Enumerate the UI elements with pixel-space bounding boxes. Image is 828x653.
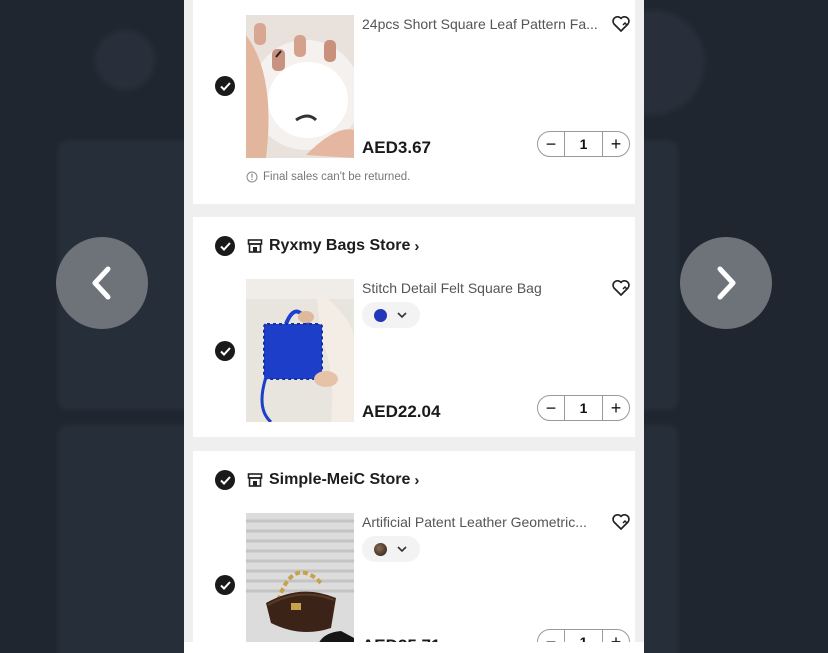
quantity-value[interactable]: 1 — [564, 132, 603, 156]
quantity-stepper: − 1 + — [537, 395, 630, 421]
quantity-stepper: − 1 + — [537, 131, 630, 157]
color-swatch — [374, 542, 387, 556]
chevron-left-icon — [92, 266, 111, 300]
product-image-nails[interactable] — [246, 15, 354, 158]
decrease-quantity-button[interactable]: − — [538, 132, 564, 156]
store-icon — [247, 473, 263, 487]
item-select-checkbox[interactable] — [215, 341, 235, 361]
variant-selector[interactable] — [362, 536, 420, 562]
next-image-button[interactable] — [680, 237, 772, 329]
chevron-down-icon — [397, 312, 407, 319]
variant-selector[interactable] — [362, 302, 420, 328]
increase-quantity-button[interactable]: + — [603, 396, 629, 420]
store-header: Simple-MeiC Store › — [215, 468, 419, 492]
final-sale-text: Final sales can't be returned. — [263, 171, 411, 183]
final-sale-notice: Final sales can't be returned. — [246, 171, 410, 183]
store-select-checkbox[interactable] — [215, 470, 235, 490]
cart-screenshot: 24pcs Short Square Leaf Pattern Fa... AE… — [184, 0, 644, 653]
cart-item-card: 24pcs Short Square Leaf Pattern Fa... AE… — [193, 0, 635, 204]
info-icon — [246, 171, 258, 183]
store-name[interactable]: Ryxmy Bags Store — [269, 237, 410, 255]
product-title[interactable]: 24pcs Short Square Leaf Pattern Fa... — [362, 16, 602, 32]
chevron-down-icon — [397, 546, 407, 553]
store-card-simple-meic: Simple-MeiC Store › Artificial Patent Le… — [193, 451, 635, 653]
product-image-brown-bag[interactable] — [246, 513, 354, 653]
wishlist-heart-icon[interactable] — [611, 15, 631, 33]
product-price: AED3.67 — [362, 138, 431, 157]
store-icon — [247, 239, 263, 253]
product-image-blue-bag[interactable] — [246, 279, 354, 422]
product-title[interactable]: Artificial Patent Leather Geometric... — [362, 514, 602, 530]
quantity-value[interactable]: 1 — [564, 396, 603, 420]
product-title[interactable]: Stitch Detail Felt Square Bag — [362, 280, 602, 296]
decrease-quantity-button[interactable]: − — [538, 396, 564, 420]
wishlist-heart-icon[interactable] — [611, 279, 631, 297]
chevron-right-icon[interactable]: › — [414, 238, 419, 255]
image-viewer: 24pcs Short Square Leaf Pattern Fa... AE… — [0, 0, 828, 653]
store-card-ryxmy: Ryxmy Bags Store › Stitch Detail Felt Sq… — [193, 217, 635, 437]
chevron-right-icon[interactable]: › — [414, 472, 419, 489]
bottom-bar — [184, 642, 644, 653]
chevron-right-icon — [717, 266, 736, 300]
increase-quantity-button[interactable]: + — [603, 132, 629, 156]
previous-image-button[interactable] — [56, 237, 148, 329]
wishlist-heart-icon[interactable] — [611, 513, 631, 531]
product-price: AED22.04 — [362, 402, 441, 421]
backdrop-shape — [95, 30, 155, 90]
color-swatch — [374, 308, 387, 322]
item-select-checkbox[interactable] — [215, 76, 235, 96]
store-header: Ryxmy Bags Store › — [215, 234, 419, 258]
store-name[interactable]: Simple-MeiC Store — [269, 471, 410, 489]
item-select-checkbox[interactable] — [215, 575, 235, 595]
store-select-checkbox[interactable] — [215, 236, 235, 256]
